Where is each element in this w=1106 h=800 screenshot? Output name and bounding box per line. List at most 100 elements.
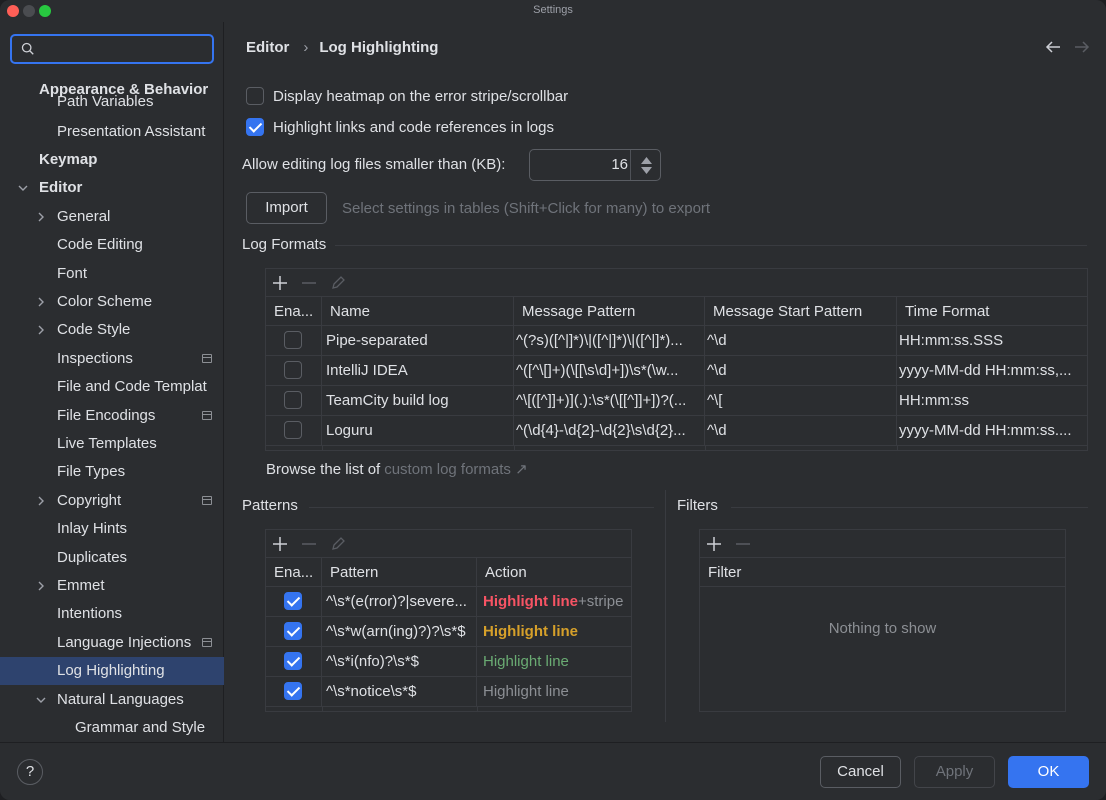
add-icon[interactable] (706, 536, 722, 552)
add-icon[interactable] (272, 275, 288, 291)
column-message-pattern[interactable]: Message Pattern (514, 297, 705, 326)
ok-button[interactable]: OK (1008, 756, 1089, 788)
tree-item-intentions[interactable]: Intentions (0, 600, 224, 628)
table-row[interactable]: ^\s*i(nfo)?\s*$ Highlight line (266, 647, 631, 677)
allow-editing-spinner[interactable]: 16 (529, 149, 661, 181)
log-formats-toolbar (266, 269, 1087, 297)
format-pattern: ^\[([^]]+)](.):\s*(\[[^]]+])?(... (514, 386, 705, 415)
forward-arrow-icon[interactable] (1074, 40, 1090, 54)
tree-item-font[interactable]: Font (0, 260, 224, 288)
import-button[interactable]: Import (246, 192, 327, 224)
breadcrumb-editor[interactable]: Editor (246, 39, 289, 56)
table-row[interactable]: IntelliJ IDEA ^([^\[]+)(\[[\s\d]+])\s*(\… (266, 356, 1087, 386)
help-button[interactable]: ? (17, 759, 43, 785)
column-enabled[interactable]: Ena... (266, 558, 322, 587)
row-enabled-checkbox[interactable] (284, 652, 302, 670)
spinner-down-icon[interactable] (641, 167, 652, 174)
format-start-pattern: ^\d (705, 416, 897, 445)
settings-content: Editor › Log Highlighting Display heatmap … (225, 22, 1106, 742)
table-row[interactable]: Pipe-separated ^(?s)([^|]*)\|([^|]*)\|([… (266, 326, 1087, 356)
tree-item-editor[interactable]: Editor (0, 174, 224, 202)
tree-item-code-editing[interactable]: Code Editing (0, 231, 224, 259)
row-enabled-checkbox[interactable] (284, 391, 302, 409)
tree-item-natural-languages[interactable]: Natural Languages (0, 686, 224, 714)
table-row[interactable]: ^\s*w(arn(ing)?)?\s*$ Highlight line (266, 617, 631, 647)
heatmap-option[interactable]: Display heatmap on the error stripe/scro… (246, 85, 568, 107)
pattern-value: ^\s*notice\s*$ (322, 677, 477, 706)
tree-item-language-injections[interactable]: Language Injections (0, 629, 224, 657)
table-row[interactable]: ^\s*notice\s*$ Highlight line (266, 677, 631, 707)
search-box[interactable] (10, 34, 214, 64)
apply-button[interactable]: Apply (914, 756, 995, 788)
row-enabled-checkbox[interactable] (284, 592, 302, 610)
column-time-format[interactable]: Time Format (897, 297, 1087, 326)
tree-item-general[interactable]: General (0, 203, 224, 231)
column-filter[interactable]: Filter (700, 558, 1065, 587)
patterns-header: Ena... Pattern Action (266, 558, 631, 587)
chevron-down-icon[interactable] (18, 183, 28, 193)
pattern-value: ^\s*w(arn(ing)?)?\s*$ (322, 617, 477, 646)
format-name: Loguru (322, 416, 514, 445)
browse-formats: Browse the list of custom log formats ↗ (266, 461, 528, 478)
chevron-right-icon[interactable] (36, 212, 46, 222)
column-message-start-pattern[interactable]: Message Start Pattern (705, 297, 897, 326)
table-row[interactable]: Loguru ^(\d{4}-\d{2}-\d{2}\s\d{2}... ^\d… (266, 416, 1087, 446)
filters-toolbar (700, 530, 1065, 558)
patterns-toolbar (266, 530, 631, 558)
tree-item-live-templates[interactable]: Live Templates (0, 430, 224, 458)
tree-item-copyright[interactable]: Copyright (0, 487, 224, 515)
tree-item-inspections[interactable]: Inspections (0, 345, 224, 373)
format-time: HH:mm:ss.SSS (899, 332, 1004, 349)
table-row[interactable]: ^\s*(e(rror)?|severe... Highlight line+s… (266, 587, 631, 617)
tree-item-file-types[interactable]: File Types (0, 458, 224, 486)
search-input[interactable] (46, 39, 206, 59)
back-arrow-icon[interactable] (1045, 40, 1061, 54)
column-name[interactable]: Name (322, 297, 514, 326)
row-enabled-checkbox[interactable] (284, 331, 302, 349)
edit-icon[interactable] (330, 536, 346, 552)
tree-item-color-scheme[interactable]: Color Scheme (0, 288, 224, 316)
dialog-footer: ? Cancel Apply OK (0, 742, 1106, 800)
cancel-button[interactable]: Cancel (820, 756, 901, 788)
table-row[interactable]: TeamCity build log ^\[([^]]+)](.):\s*(\[… (266, 386, 1087, 416)
tree-item-path-variables[interactable]: Path Variables (0, 90, 224, 114)
column-action[interactable]: Action (477, 558, 631, 587)
tree-item-keymap[interactable]: Keymap (0, 146, 224, 174)
tree-item-inlay-hints[interactable]: Inlay Hints (0, 515, 224, 543)
allow-editing-value[interactable]: 16 (530, 150, 628, 180)
tree-item-file-code-templates[interactable]: File and Code Templat (0, 373, 224, 401)
heatmap-checkbox[interactable] (246, 87, 264, 105)
tree-item-code-style[interactable]: Code Style (0, 316, 224, 344)
tree-item-log-highlighting[interactable]: Log Highlighting (0, 657, 224, 685)
chevron-right-icon[interactable] (36, 581, 46, 591)
tree-item-grammar-style[interactable]: Grammar and Style (0, 714, 224, 742)
remove-icon[interactable] (735, 536, 751, 552)
column-pattern[interactable]: Pattern (322, 558, 477, 587)
tree-item-emmet[interactable]: Emmet (0, 572, 224, 600)
spinner-buttons[interactable] (630, 150, 660, 180)
project-scope-icon (202, 411, 212, 420)
chevron-right-icon[interactable] (36, 325, 46, 335)
tree-item-presentation-assistant[interactable]: Presentation Assistant (0, 118, 224, 146)
format-name: Pipe-separated (322, 326, 514, 355)
tree-item-file-encodings[interactable]: File Encodings (0, 402, 224, 430)
chevron-right-icon[interactable] (36, 496, 46, 506)
remove-icon[interactable] (301, 536, 317, 552)
column-enabled[interactable]: Ena... (266, 297, 322, 326)
chevron-down-icon[interactable] (36, 695, 46, 705)
tree-item-duplicates[interactable]: Duplicates (0, 544, 224, 572)
row-enabled-checkbox[interactable] (284, 622, 302, 640)
add-icon[interactable] (272, 536, 288, 552)
custom-log-formats-link[interactable]: custom log formats ↗ (384, 461, 527, 478)
highlight-links-checkbox[interactable] (246, 118, 264, 136)
highlight-links-option[interactable]: Highlight links and code references in l… (246, 116, 554, 138)
row-enabled-checkbox[interactable] (284, 361, 302, 379)
pattern-action: Highlight line (483, 653, 569, 670)
row-enabled-checkbox[interactable] (284, 682, 302, 700)
panel-divider (665, 490, 666, 722)
remove-icon[interactable] (301, 275, 317, 291)
row-enabled-checkbox[interactable] (284, 421, 302, 439)
chevron-right-icon[interactable] (36, 297, 46, 307)
spinner-up-icon[interactable] (641, 157, 652, 164)
edit-icon[interactable] (330, 275, 346, 291)
